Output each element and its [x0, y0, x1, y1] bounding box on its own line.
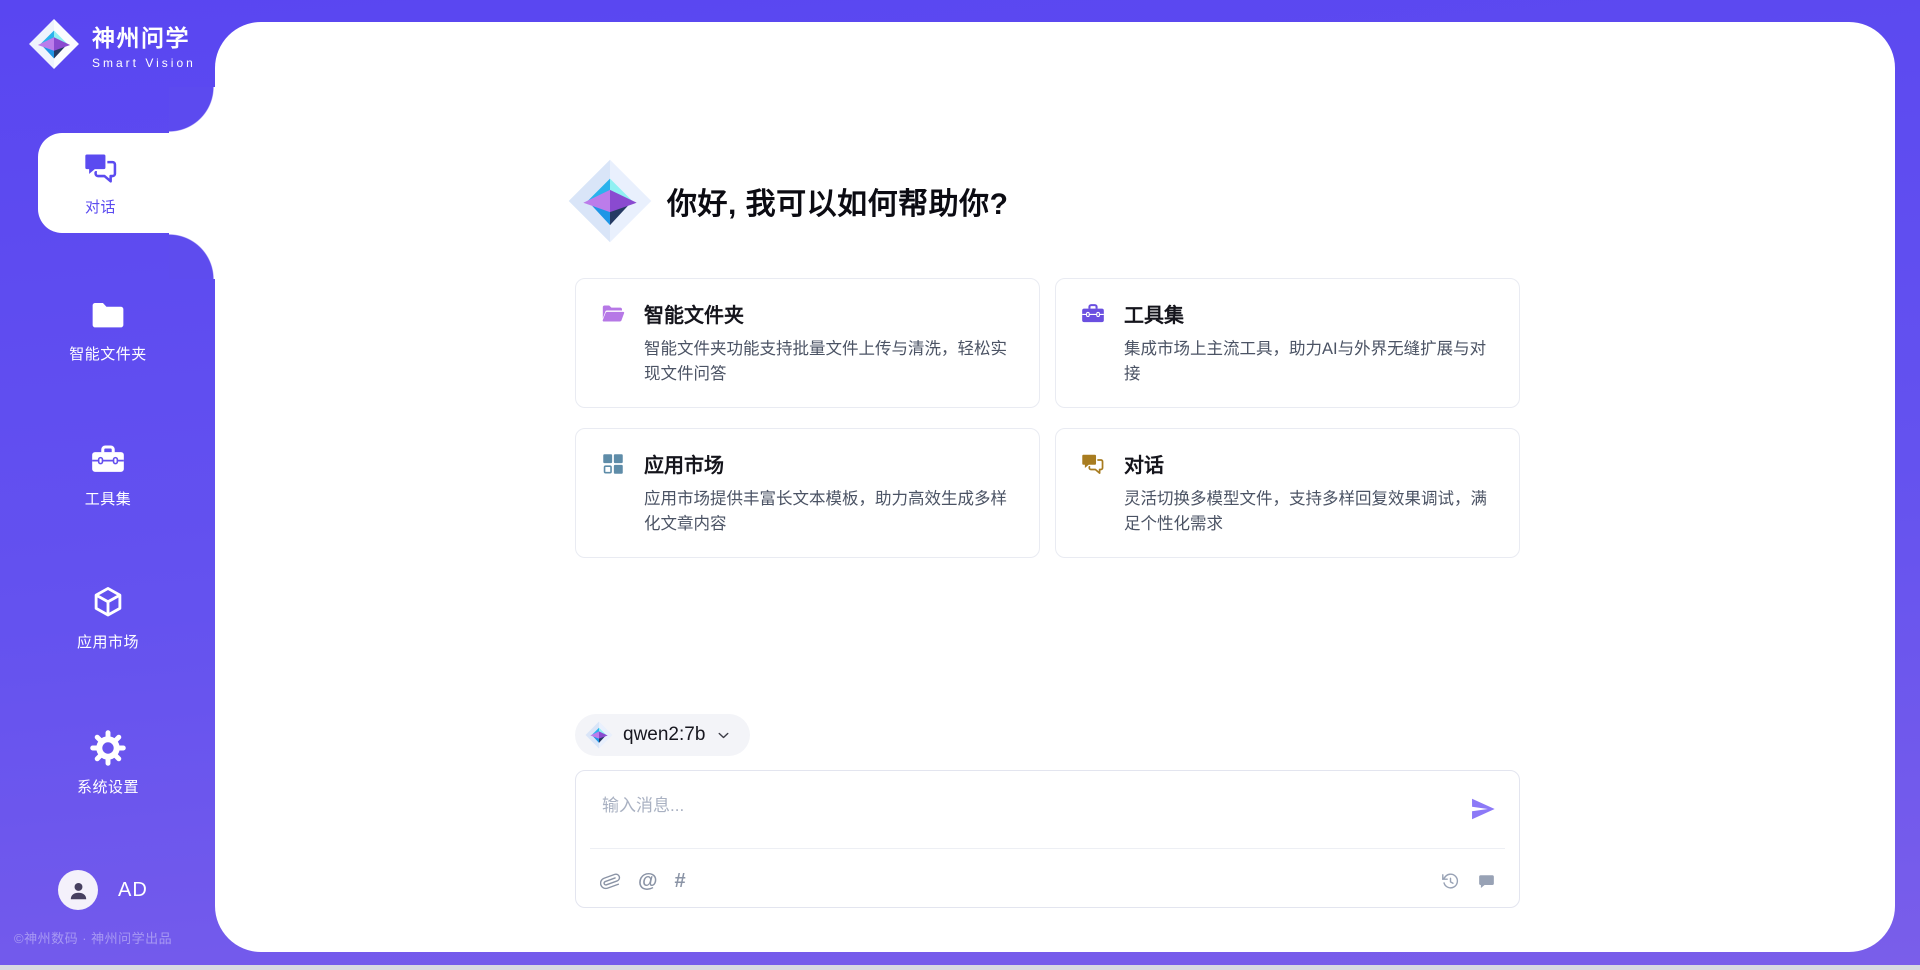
sidebar-item-label: 智能文件夹	[69, 343, 147, 364]
brand: 神州问学 Smart Vision	[28, 18, 196, 70]
assistant-logo-icon	[567, 158, 653, 244]
cube-icon	[89, 584, 127, 622]
toolbox-icon	[89, 441, 127, 479]
brand-name: 神州问学	[92, 19, 196, 53]
user-account[interactable]: AD	[58, 870, 148, 910]
send-button[interactable]	[1469, 795, 1497, 823]
brand-subtitle: Smart Vision	[92, 56, 196, 70]
card-toolset[interactable]: 工具集 集成市场上主流工具，助力AI与外界无缝扩展与对接	[1055, 278, 1520, 408]
app-root: 神州问学 Smart Vision 对话 智能文件夹	[0, 0, 1920, 970]
chevron-down-icon	[715, 727, 732, 744]
sidebar-item-smart-folder[interactable]: 智能文件夹	[8, 296, 208, 364]
sidebar-item-toolset[interactable]: 工具集	[8, 441, 208, 509]
tab-curve-top	[169, 87, 215, 133]
sidebar-item-label: 应用市场	[77, 631, 139, 652]
card-description: 灵活切换多模型文件，支持多样回复效果调试，满足个性化需求	[1124, 487, 1495, 537]
gear-icon	[89, 729, 127, 767]
composer-divider	[590, 848, 1505, 849]
open-folder-icon	[600, 301, 626, 327]
sidebar-item-chat[interactable]: 对话	[38, 133, 215, 233]
greeting-title: 你好, 我可以如何帮助你?	[667, 179, 1009, 223]
mention-icon[interactable]: @	[638, 871, 658, 892]
sidebar-item-app-market[interactable]: 应用市场	[8, 584, 208, 652]
folder-icon	[89, 296, 127, 334]
chat-icon	[82, 149, 120, 187]
window-bottom-edge	[0, 965, 1920, 970]
card-title: 智能文件夹	[644, 299, 744, 328]
copyright-footer: ©神州数码 · 神州问学出品	[14, 928, 172, 947]
model-selector[interactable]: qwen2:7b	[575, 714, 750, 756]
card-app-market[interactable]: 应用市场 应用市场提供丰富长文本模板，助力高效生成多样化文章内容	[575, 428, 1040, 558]
model-logo-icon	[585, 721, 613, 749]
chat-icon	[1080, 451, 1106, 477]
greeting: 你好, 我可以如何帮助你?	[567, 158, 1009, 244]
comment-icon[interactable]	[1476, 871, 1497, 892]
brand-logo-icon	[28, 18, 80, 70]
hashtag-icon[interactable]: #	[675, 871, 686, 892]
model-name: qwen2:7b	[623, 724, 705, 746]
sidebar-item-label: 对话	[85, 196, 116, 217]
brand-text: 神州问学 Smart Vision	[92, 19, 196, 70]
message-composer: @ #	[575, 770, 1520, 908]
toolbox-icon	[1080, 301, 1106, 327]
grid-icon	[600, 451, 626, 477]
attachment-icon[interactable]	[600, 871, 621, 892]
composer-tools-right	[1440, 871, 1497, 892]
card-smart-folder[interactable]: 智能文件夹 智能文件夹功能支持批量文件上传与清洗，轻松实现文件问答	[575, 278, 1040, 408]
tab-curve-bottom	[169, 233, 215, 279]
card-title: 工具集	[1124, 299, 1184, 328]
person-icon	[66, 878, 91, 903]
message-input[interactable]	[600, 789, 1404, 839]
sidebar-item-label: 工具集	[85, 488, 132, 509]
composer-tools-left: @ #	[600, 871, 686, 892]
card-title: 对话	[1124, 449, 1164, 478]
main-panel: 你好, 我可以如何帮助你? 智能文件夹 智能文件夹功能支持批量文件上传与清洗，轻…	[215, 22, 1895, 952]
sidebar-item-label: 系统设置	[77, 776, 139, 797]
history-icon[interactable]	[1440, 871, 1461, 892]
card-chat[interactable]: 对话 灵活切换多模型文件，支持多样回复效果调试，满足个性化需求	[1055, 428, 1520, 558]
card-description: 智能文件夹功能支持批量文件上传与清洗，轻松实现文件问答	[644, 337, 1015, 387]
card-description: 应用市场提供丰富长文本模板，助力高效生成多样化文章内容	[644, 487, 1015, 537]
avatar	[58, 870, 98, 910]
send-icon	[1469, 795, 1497, 823]
user-initials: AD	[118, 879, 148, 902]
sidebar-item-settings[interactable]: 系统设置	[8, 729, 208, 797]
feature-cards: 智能文件夹 智能文件夹功能支持批量文件上传与清洗，轻松实现文件问答 工具集 集成…	[575, 278, 1520, 558]
card-description: 集成市场上主流工具，助力AI与外界无缝扩展与对接	[1124, 337, 1495, 387]
card-title: 应用市场	[644, 449, 724, 478]
